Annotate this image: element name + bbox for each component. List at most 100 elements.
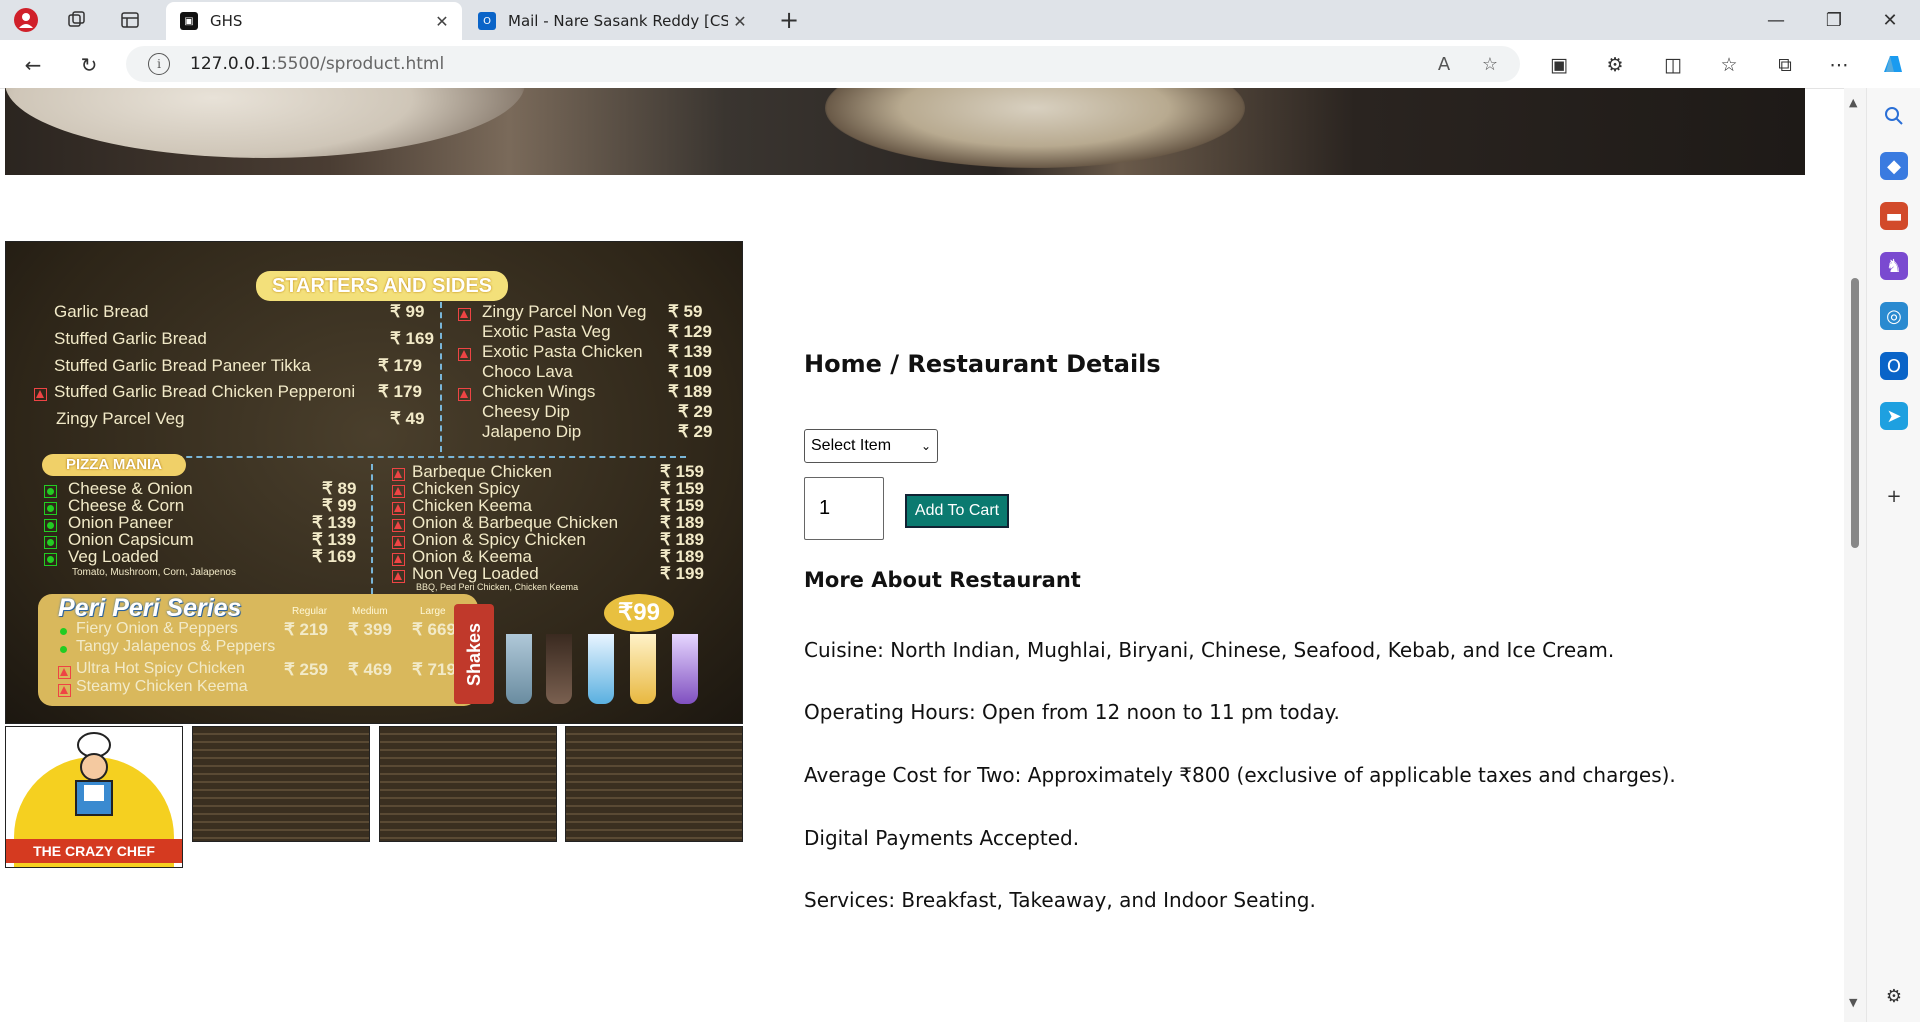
scroll-up-icon[interactable]: ▲ <box>1849 96 1857 109</box>
payments-text: Digital Payments Accepted. <box>804 826 1080 850</box>
tab-strip: ▣ GHS ✕ O Mail - Nare Sasank Reddy [CSE … <box>0 0 1920 40</box>
services-text: Services: Breakfast, Takeaway, and Indoo… <box>804 888 1316 912</box>
operating-hours-text: Operating Hours: Open from 12 noon to 11… <box>804 700 1340 724</box>
restore-icon[interactable]: ❐ <box>1806 0 1862 40</box>
favorite-star-icon[interactable]: ☆ <box>1478 52 1502 76</box>
profile-avatar-icon[interactable] <box>12 6 40 34</box>
scroll-down-icon[interactable]: ▼ <box>1849 996 1857 1009</box>
shakes-label: Shakes <box>454 604 494 704</box>
settings-gear-icon[interactable]: ⚙ <box>1880 982 1908 1010</box>
shake-glass <box>672 634 698 704</box>
shopping-tag-icon[interactable]: ◆ <box>1880 152 1908 180</box>
menu-price: ₹ 59 <box>668 302 703 321</box>
menu-item: Exotic Pasta Veg <box>482 322 611 341</box>
extensions-icon[interactable]: ⚙ <box>1600 50 1630 80</box>
close-window-icon[interactable]: ✕ <box>1862 0 1918 40</box>
search-icon[interactable] <box>1880 102 1908 130</box>
nonveg-marker-icon <box>458 388 471 401</box>
menu-price: ₹ 179 <box>378 356 422 375</box>
menu-price: ₹ 399 <box>348 620 392 639</box>
veg-marker-icon <box>44 485 57 498</box>
peri-peri-title: Peri Peri Series <box>58 594 242 622</box>
menu-price: ₹ 169 <box>390 329 434 348</box>
size-label: Medium <box>352 606 388 617</box>
cuisine-text: Cuisine: North Indian, Mughlai, Biryani,… <box>804 638 1615 662</box>
menu-price: ₹ 469 <box>348 660 392 679</box>
quantity-input[interactable]: 1 <box>804 477 884 540</box>
veg-marker-icon <box>44 519 57 532</box>
menu-item: Zingy Parcel Non Veg <box>482 302 647 321</box>
menu-banner: STARTERS AND SIDES <box>256 271 508 301</box>
divider <box>156 456 686 458</box>
url-text: 127.0.0.1:5500/sproduct.html <box>190 54 444 74</box>
veg-marker-icon <box>58 644 69 655</box>
veg-marker-icon <box>58 626 69 637</box>
menu-price: ₹ 669 <box>412 620 456 639</box>
tab-ghs[interactable]: ▣ GHS ✕ <box>166 2 462 40</box>
select-value: Select Item <box>811 437 892 454</box>
nonveg-marker-icon <box>392 468 405 481</box>
menu-price: ₹ 49 <box>390 409 425 428</box>
menu-price: ₹ 29 <box>678 402 713 421</box>
favorites-icon[interactable]: ☆ <box>1714 50 1744 80</box>
menu-price: ₹ 719 <box>412 660 456 679</box>
menu-item: Exotic Pasta Chicken <box>482 342 643 361</box>
thumbnail-logo[interactable]: THE CRAZY CHEF <box>5 726 183 868</box>
menu-item: Veg Loaded <box>68 547 159 566</box>
menu-item: Cheesy Dip <box>482 402 570 421</box>
refresh-icon[interactable]: ↻ <box>74 50 104 80</box>
split-screen-icon[interactable]: ◫ <box>1658 50 1688 80</box>
menu-item: Stuffed Garlic Bread <box>54 329 207 348</box>
url-host: 127.0.0.1 <box>190 54 272 74</box>
chevron-down-icon: ⌄ <box>920 439 931 453</box>
copilot-icon[interactable] <box>1878 50 1908 80</box>
menu-item: Chicken Wings <box>482 382 596 401</box>
menu-item: Jalapeno Dip <box>482 422 582 441</box>
menu-price: ₹ 199 <box>660 564 704 583</box>
minimize-icon[interactable]: — <box>1748 0 1804 40</box>
menu-item: Stuffed Garlic Bread Paneer Tikka <box>54 356 311 375</box>
menu-item: Zingy Parcel Veg <box>56 409 185 428</box>
thumbnail-menu-3[interactable] <box>565 726 743 842</box>
divider <box>440 302 442 452</box>
thumbnail-menu-1[interactable] <box>192 726 370 842</box>
ghs-favicon-icon: ▣ <box>180 12 198 30</box>
close-tab-icon[interactable]: ✕ <box>430 12 454 31</box>
read-aloud-icon[interactable]: A <box>1432 52 1456 76</box>
workspaces-icon[interactable] <box>63 6 91 34</box>
nonveg-marker-icon <box>392 570 405 583</box>
shakes-price-badge: ₹99 <box>604 594 674 632</box>
item-select[interactable]: Select Item ⌄ <box>804 429 938 463</box>
collections-icon[interactable]: ⧉ <box>1770 50 1800 80</box>
outlook-icon[interactable]: O <box>1880 352 1908 380</box>
menu-price: ₹ 169 <box>312 547 356 566</box>
new-tab-button[interactable]: + <box>775 6 803 34</box>
thumbnail-menu-2[interactable] <box>379 726 557 842</box>
tab-mail[interactable]: O Mail - Nare Sasank Reddy [CSE - ✕ <box>464 2 760 40</box>
add-icon[interactable]: + <box>1880 482 1908 510</box>
address-bar[interactable]: i 127.0.0.1:5500/sproduct.html A ☆ <box>126 46 1520 82</box>
tools-icon[interactable]: ▬ <box>1880 202 1908 230</box>
back-arrow-icon[interactable]: ← <box>18 50 48 80</box>
menu-note: Tomato, Mushroom, Corn, Jalapenos <box>72 567 236 578</box>
microsoft365-icon[interactable]: ◎ <box>1880 302 1908 330</box>
scroll-thumb[interactable] <box>1851 278 1859 548</box>
hero-banner-image <box>5 88 1805 175</box>
page-scrollbar[interactable]: ▲ ▼ <box>1844 88 1866 1022</box>
copilot-extension-icon[interactable]: ▣ <box>1544 50 1574 80</box>
more-menu-icon[interactable]: ⋯ <box>1824 50 1854 80</box>
send-icon[interactable]: ➤ <box>1880 402 1908 430</box>
nonveg-marker-icon <box>392 553 405 566</box>
nonveg-marker-icon <box>458 308 471 321</box>
naan-plate <box>5 88 525 158</box>
tab-actions-icon[interactable] <box>116 6 144 34</box>
menu-item: Non Veg Loaded <box>412 564 539 583</box>
close-tab-icon[interactable]: ✕ <box>728 12 752 31</box>
menu-item: Ultra Hot Spicy Chicken <box>76 660 245 677</box>
menu-price: ₹ 29 <box>678 422 713 441</box>
outlook-icon: O <box>478 12 496 30</box>
add-to-cart-button[interactable]: Add To Cart <box>905 494 1009 528</box>
games-icon[interactable]: ♞ <box>1880 252 1908 280</box>
site-info-icon[interactable]: i <box>148 53 170 75</box>
menu-price: ₹ 109 <box>668 362 712 381</box>
